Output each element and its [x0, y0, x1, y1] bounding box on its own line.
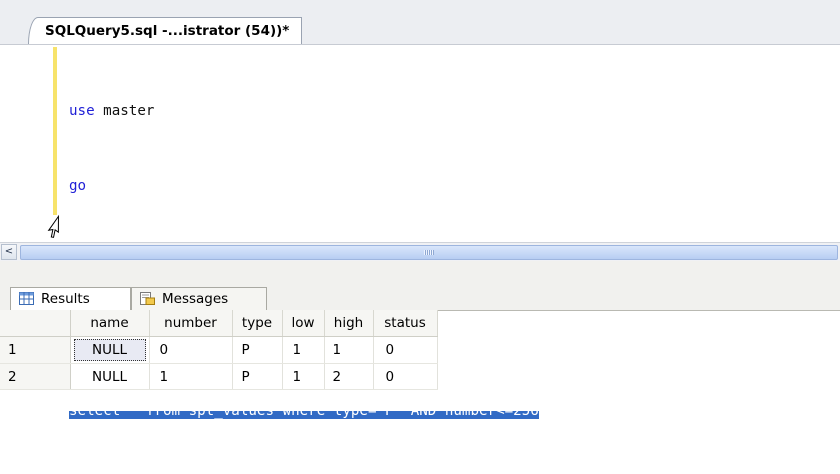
- tab-results[interactable]: Results: [10, 287, 131, 311]
- scrollbar-thumb[interactable]: [20, 245, 838, 260]
- table-cell[interactable]: 1: [324, 336, 374, 364]
- table-cell[interactable]: 0: [149, 336, 233, 364]
- scroll-left-button[interactable]: <: [1, 244, 17, 260]
- grid-icon: [19, 292, 34, 305]
- i-beam-arrow-icon: [47, 214, 59, 238]
- code-text: master: [94, 103, 155, 119]
- keyword-token: use: [69, 103, 95, 119]
- result-tab-strip: Results Messages: [0, 261, 840, 311]
- table-cell[interactable]: NULL: [70, 336, 150, 364]
- query-document-tab[interactable]: SQLQuery5.sql -...istrator (54))*: [28, 17, 303, 44]
- code-line-2[interactable]: go: [69, 174, 539, 199]
- tab-messages[interactable]: Messages: [131, 287, 267, 310]
- scroll-grip-icon: [424, 250, 434, 255]
- changed-lines-indicator: [53, 47, 57, 215]
- column-header-number[interactable]: number: [149, 310, 233, 337]
- query-document-tab-label: SQLQuery5.sql -...istrator (54))*: [45, 23, 290, 39]
- column-header-type[interactable]: type: [232, 310, 283, 337]
- table-cell[interactable]: 2: [324, 363, 374, 390]
- document-tab-strip: SQLQuery5.sql -...istrator (54))*: [0, 0, 840, 44]
- messages-icon: [140, 292, 155, 305]
- column-header-low[interactable]: low: [282, 310, 325, 337]
- sql-editor[interactable]: use master go select * from spt_values g…: [0, 44, 840, 419]
- table-cell[interactable]: 1: [282, 363, 325, 390]
- column-header-status[interactable]: status: [373, 310, 438, 337]
- table-cell[interactable]: P: [232, 363, 283, 390]
- table-cell[interactable]: P: [232, 336, 283, 364]
- table-cell[interactable]: 0: [373, 363, 438, 390]
- keyword-token: go: [69, 178, 87, 194]
- tab-results-label: Results: [41, 291, 90, 307]
- tab-messages-label: Messages: [162, 291, 229, 307]
- focused-cell-value: NULL: [73, 339, 146, 361]
- grid-header-row: name number type low high status: [0, 310, 438, 337]
- table-row[interactable]: 2 NULL 1 P 1 2 0: [0, 363, 438, 390]
- row-number[interactable]: 2: [0, 363, 71, 390]
- table-row[interactable]: 1 NULL 0 P 1 1 0: [0, 336, 438, 364]
- table-cell[interactable]: NULL: [70, 363, 150, 390]
- row-header-corner[interactable]: [0, 310, 71, 337]
- row-number[interactable]: 1: [0, 336, 71, 364]
- column-header-high[interactable]: high: [324, 310, 374, 337]
- column-header-name[interactable]: name: [70, 310, 150, 337]
- code-line-1[interactable]: use master: [69, 99, 539, 124]
- table-cell[interactable]: 0: [373, 336, 438, 364]
- table-cell[interactable]: 1: [282, 336, 325, 364]
- table-cell[interactable]: 1: [149, 363, 233, 390]
- editor-horizontal-scrollbar[interactable]: <: [0, 242, 840, 262]
- results-grid[interactable]: name number type low high status 1 NULL …: [0, 310, 438, 390]
- chevron-left-icon: <: [4, 246, 14, 257]
- results-pane: Results Messages name number type low hi…: [0, 261, 840, 411]
